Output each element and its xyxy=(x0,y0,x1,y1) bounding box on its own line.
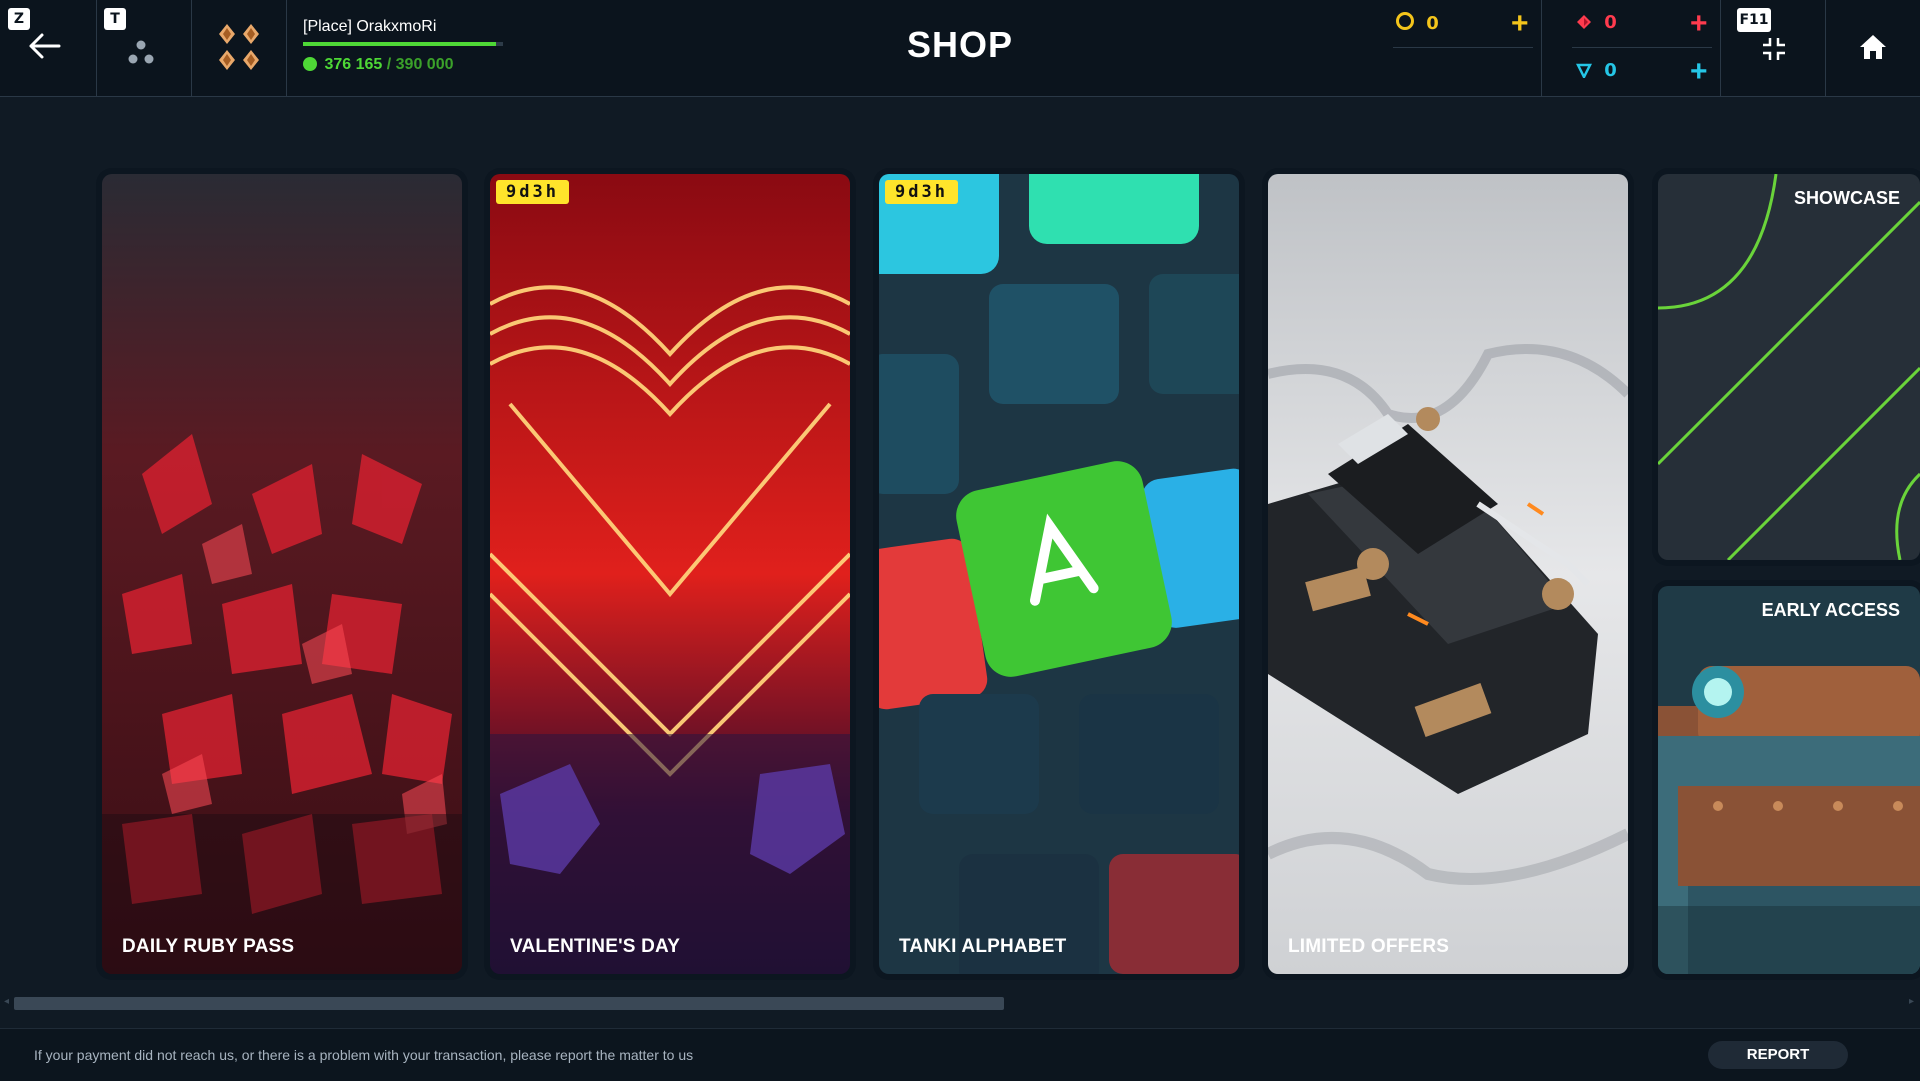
tankoin-icon xyxy=(1575,63,1593,80)
neon-heart-artwork xyxy=(490,174,850,974)
ruby-icon xyxy=(1577,15,1591,29)
top-bar: Z T [Place] OrakxmoRi 376 165 / 390 000 … xyxy=(0,0,1920,97)
timer-badge: 9d3h xyxy=(885,180,958,204)
report-button[interactable]: REPORT xyxy=(1708,1041,1848,1069)
payment-notice: If your payment did not reach us, or the… xyxy=(34,1047,694,1063)
rubies-balance: 0 xyxy=(1576,12,1617,33)
timer-badge: 9d3h xyxy=(496,180,569,204)
card-label: TANKI ALPHABET xyxy=(899,936,1067,957)
card-label: SHOWCASE xyxy=(1793,188,1900,208)
card-tanki-alphabet[interactable]: 9d3h TANKI ALPHABET xyxy=(879,174,1239,974)
crystals-balance: 0 xyxy=(1396,12,1439,34)
card-label: EARLY ACCESS xyxy=(1761,600,1900,620)
ruby-shards-artwork xyxy=(102,174,462,974)
footer: If your payment did not reach us, or the… xyxy=(0,1028,1920,1081)
card-valentines-day[interactable]: 9d3h VALENTINE'S DAY xyxy=(490,174,850,974)
card-daily-ruby-pass[interactable]: DAILY RUBY PASS xyxy=(102,174,462,974)
scroll-left-icon[interactable]: ◂ xyxy=(4,996,9,1007)
fullscreen-icon xyxy=(1763,38,1785,60)
early-access-tank-artwork xyxy=(1658,586,1920,974)
card-label: VALENTINE'S DAY xyxy=(510,936,681,957)
showcase-artwork xyxy=(1658,174,1920,560)
fullscreen-button[interactable]: F11 xyxy=(1720,0,1826,96)
horizontal-scrollbar-thumb[interactable] xyxy=(14,997,1004,1010)
scroll-right-icon[interactable]: ▸ xyxy=(1909,996,1914,1007)
add-tankoins-button[interactable]: + xyxy=(1690,57,1708,87)
card-showcase[interactable]: SHOWCASE xyxy=(1658,174,1920,560)
tankoins-balance: 0 xyxy=(1575,60,1617,81)
home-icon xyxy=(1860,35,1886,59)
divider xyxy=(1541,0,1542,96)
tank-artwork xyxy=(1268,174,1628,974)
card-limited-offers[interactable]: LIMITED OFFERS xyxy=(1268,174,1628,974)
alphabet-tiles-artwork xyxy=(879,174,1239,974)
rubies-value: 0 xyxy=(1604,12,1617,33)
card-early-access[interactable]: EARLY ACCESS xyxy=(1658,586,1920,974)
card-label: DAILY RUBY PASS xyxy=(122,936,295,957)
page-title: SHOP xyxy=(906,24,1014,65)
card-label: LIMITED OFFERS xyxy=(1288,936,1450,957)
tankoins-value: 0 xyxy=(1604,60,1617,81)
home-button[interactable] xyxy=(1824,0,1920,96)
crystal-coin-icon xyxy=(1396,12,1414,30)
fullscreen-hotkey: F11 xyxy=(1737,8,1771,32)
divider xyxy=(1572,47,1712,48)
add-rubies-button[interactable]: + xyxy=(1690,9,1708,39)
add-crystals-button[interactable]: + xyxy=(1511,9,1529,39)
crystals-value: 0 xyxy=(1426,13,1439,34)
divider xyxy=(1393,47,1533,48)
